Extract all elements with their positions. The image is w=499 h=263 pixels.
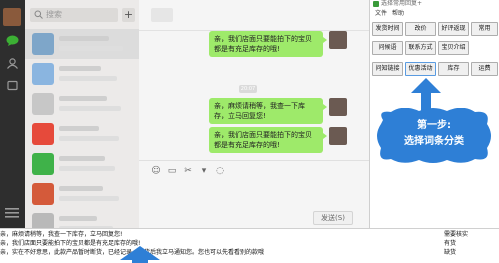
annotation-arrow-up [120, 246, 160, 263]
session-item[interactable] [25, 119, 139, 149]
add-chat-button[interactable]: + [122, 8, 135, 22]
category-button[interactable]: 好评返现 [438, 22, 469, 36]
session-item[interactable] [25, 89, 139, 119]
category-button[interactable]: 问知链接 [372, 62, 403, 76]
contacts-icon[interactable] [6, 58, 19, 69]
annotation-arrow-up [411, 78, 441, 112]
session-item[interactable] [25, 59, 139, 89]
timestamp: 20:07 [239, 85, 257, 93]
message-bubble: 亲，我们店面只要能拍下的宝贝都是有充足库存的哦! [209, 31, 327, 57]
favorites-icon[interactable] [6, 80, 19, 91]
reply-row[interactable]: 亲，麻烦请稍等，我查一下库存，立马回复您! 需要核实 [0, 230, 499, 239]
annotation-line2: 选择词条分类 [404, 136, 464, 147]
session-item[interactable] [25, 149, 139, 179]
my-avatar [329, 127, 347, 145]
session-item[interactable] [25, 209, 139, 228]
session-item[interactable] [25, 29, 139, 59]
reply-status: 有货 [444, 240, 457, 247]
my-avatar [329, 31, 347, 49]
search-icon [34, 10, 43, 19]
input-divider [139, 160, 369, 161]
chat-title [151, 8, 173, 22]
reply-list: 亲，麻烦请稍等，我查一下库存，立马回复您! 需要核实 亲，我们店面只要能拍下的宝… [0, 228, 499, 263]
menu-help[interactable]: 帮助 [392, 9, 404, 18]
menu-file[interactable]: 文件 [375, 9, 387, 18]
reply-row[interactable]: 亲，我们店面只要能拍下的宝贝都是有充足库存的哦! 有货 [0, 239, 499, 248]
screenshot-icon[interactable]: ✂ [183, 166, 193, 176]
category-button[interactable]: 改价 [405, 22, 436, 36]
menu-bar: 文件 帮助 [370, 9, 499, 19]
session-item[interactable] [25, 179, 139, 209]
annotation-text: 第一步: 选择词条分类 [375, 118, 493, 150]
reply-text: 亲，麻烦请稍等，我查一下库存，立马回复您! [0, 231, 123, 238]
send-button[interactable]: 发送(S) [313, 211, 353, 225]
menu-icon[interactable] [5, 208, 19, 218]
reply-status: 缺货 [444, 249, 457, 256]
search-box[interactable]: 搜索 [30, 8, 118, 22]
reply-status: 需要核实 [444, 231, 469, 238]
chat-icon[interactable] [6, 35, 19, 46]
category-button[interactable]: 宝贝介绍 [438, 41, 469, 55]
user-avatar[interactable] [3, 8, 21, 26]
input-toolbar: ☺ ▭ ✂ ▾ ◌ [151, 166, 225, 178]
category-button[interactable]: 联系方式 [405, 41, 436, 55]
category-button-selected[interactable]: 优惠活动 [405, 62, 436, 76]
message-bubble: 亲，麻烦请稍等，我查一下库存，立马回复您! [209, 98, 327, 124]
annotation-line1: 第一步: [417, 120, 451, 131]
wechat-sidebar [0, 0, 25, 228]
search-placeholder: 搜索 [46, 10, 62, 19]
emoji-icon[interactable]: ☺ [151, 166, 161, 176]
dropdown-icon[interactable]: ▾ [199, 166, 209, 176]
category-button[interactable]: 库存 [438, 62, 469, 76]
category-button[interactable]: 运费 [471, 62, 498, 76]
session-list: 搜索 + [25, 0, 139, 228]
file-icon[interactable]: ▭ [167, 166, 177, 176]
message-bubble: 亲，我们店面只要能拍下的宝贝都是有充足库存的哦! [209, 127, 327, 153]
window-titlebar: 选择常用回复+ [370, 0, 499, 9]
app-icon [373, 1, 379, 7]
my-avatar [329, 98, 347, 116]
category-button[interactable]: 问候语 [372, 41, 403, 55]
category-button[interactable]: 发货时间 [372, 22, 403, 36]
category-button[interactable]: 常用 [471, 22, 498, 36]
chat-panel: 亲，我们店面只要能拍下的宝贝都是有充足库存的哦! 20:07 亲，麻烦请稍等，我… [139, 0, 369, 228]
reply-row[interactable]: 亲，实在不好意思，此款产品暂时断货，已经记录，到货后我立马通知您。您也可以先看看… [0, 248, 499, 257]
window-title: 选择常用回复+ [381, 0, 423, 7]
chat-history-icon[interactable]: ◌ [215, 166, 225, 176]
